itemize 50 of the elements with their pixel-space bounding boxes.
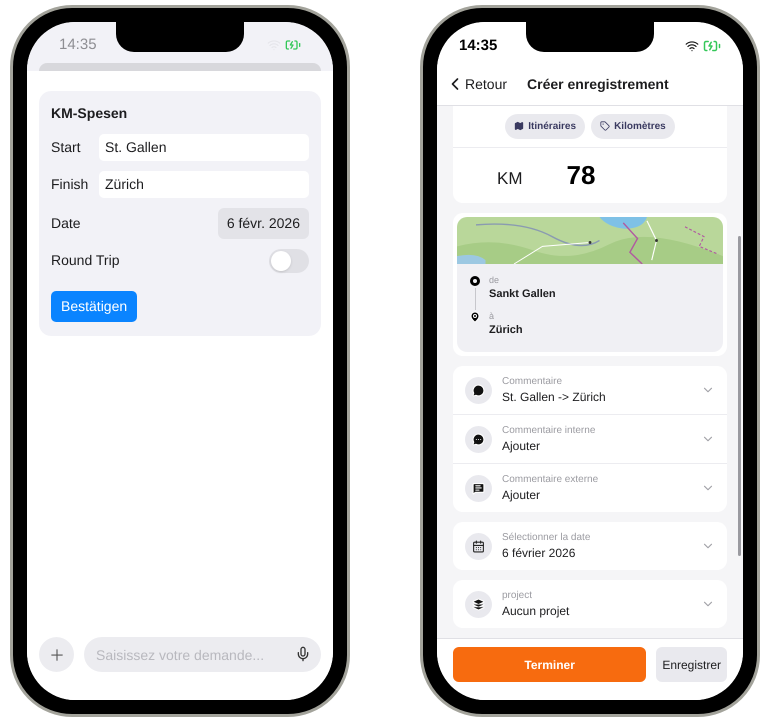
speech-bubble-lines-icon [472,482,485,494]
field-label: project [502,589,534,603]
field-row[interactable]: Sélectionner la date 6 février 2026 [453,522,727,570]
field-value: 6 février 2026 [502,545,576,561]
field-value: Aucun projet [502,603,570,619]
field-value: Ajouter [502,438,542,454]
field-label: Finish [51,174,90,194]
distance-value: 78 [566,158,596,192]
form-title: KM-Spesen [51,104,128,123]
field-row[interactable]: Commentaire St. Gallen -> Zürich [453,366,727,414]
back-button[interactable]: Retour [445,74,508,94]
field-row[interactable]: Commentaire interne Ajouter [453,414,727,463]
field-label: Date [51,214,81,232]
mode-chip[interactable]: Kilomètres [591,114,675,138]
route-place: Sankt Gallen [489,286,556,302]
microphone-icon[interactable] [295,646,311,662]
field-value: Ajouter [502,487,542,503]
add-button[interactable] [39,637,74,672]
speech-bubble-dots-icon [472,432,485,446]
field-label: Start [51,138,82,156]
field-row[interactable]: Commentaire externe Ajouter [453,463,727,512]
distance-unit: KM [497,168,522,190]
field-label: Round Trip [51,251,120,270]
route-caption: de [489,274,500,286]
layers-icon [472,598,485,610]
route-place: Zürich [489,322,523,338]
field-label: Commentaire externe [502,473,600,487]
field-label: Sélectionner la date [502,531,592,545]
route-caption: à [489,310,496,322]
wifi-icon [685,39,699,54]
field-value: St. Gallen -> Zürich [502,389,607,405]
text-field[interactable]: St. Gallen [99,134,309,160]
origin-marker-icon [470,276,480,286]
field-row[interactable]: project Aucun projet [453,580,727,628]
speech-bubble-icon [472,384,485,396]
round-trip-toggle[interactable] [269,248,309,272]
mode-chip[interactable]: Itinéraires [505,114,586,138]
field-label: Commentaire [502,375,564,389]
page-title: Créer enregistrement [527,74,669,94]
date-picker[interactable]: 6 févr. 2026 [218,208,309,238]
pin-icon [469,310,481,322]
status-time: 14:35 [59,35,97,55]
tag-icon [600,121,610,131]
map-icon [514,121,524,131]
confirm-button[interactable]: Bestätigen [51,290,138,322]
status-time: 14:35 [459,36,498,56]
field-label: Commentaire interne [502,424,596,438]
save-button[interactable]: Enregistrer [656,647,727,682]
text-field[interactable]: Zürich [99,170,309,198]
calendar-icon [472,540,485,552]
